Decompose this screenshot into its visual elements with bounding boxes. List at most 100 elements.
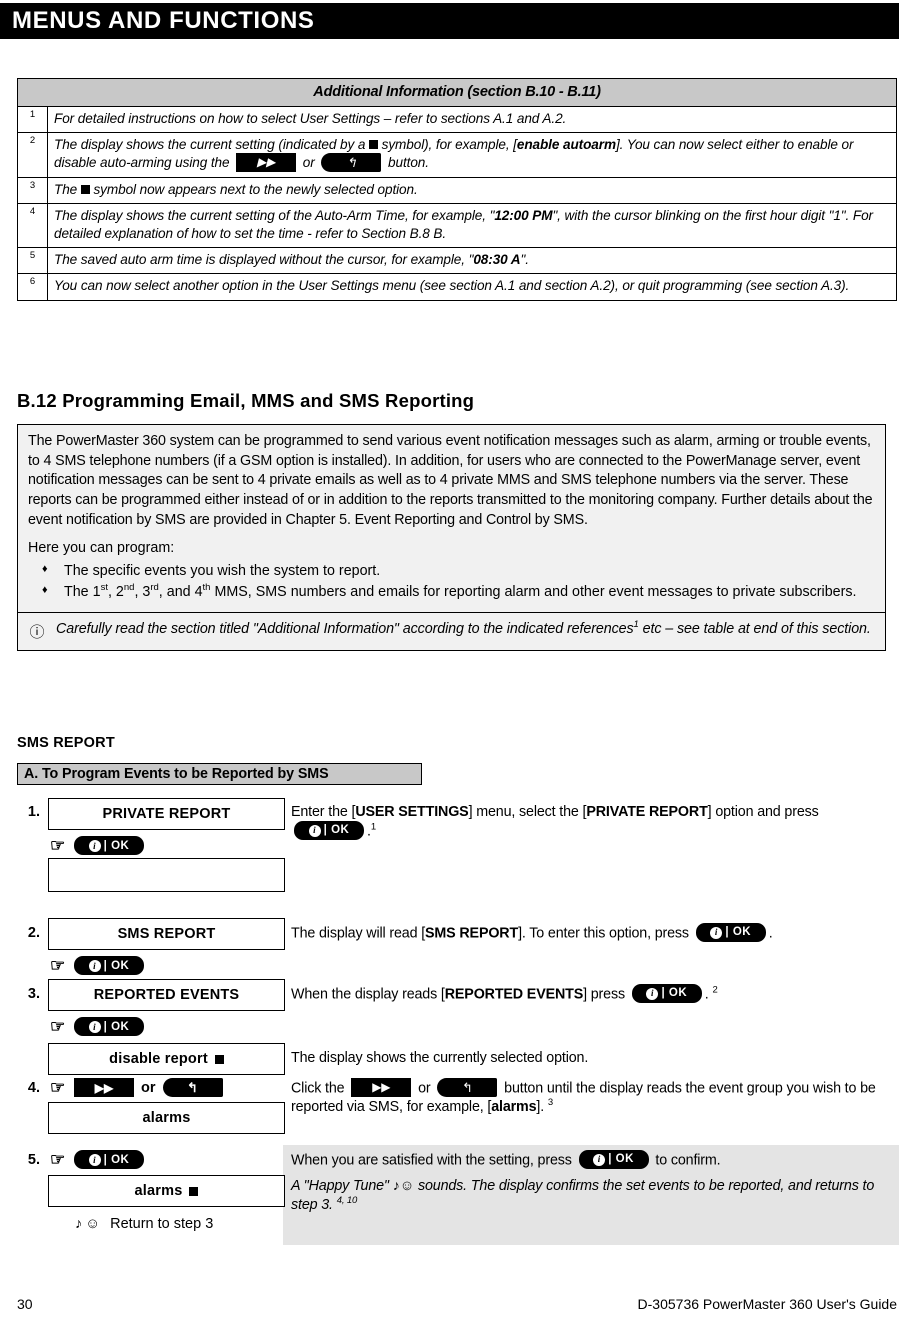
row-text-part: The display shows the current setting of… [54,208,495,224]
bullet-part: , and 4 [158,584,203,601]
section-intro-box: The PowerMaster 360 system can be progra… [17,424,886,651]
lcd-text: alarms [134,1183,183,1199]
lcd-text: PRIVATE REPORT [102,806,231,822]
list-item: ♦ The specific events you wish the syste… [28,562,875,582]
lcd-text: REPORTED EVENTS [93,987,240,1003]
footer-guide-title: D-305736 PowerMaster 360 User's Guide [637,1296,897,1312]
table-header-row: Additional Information (section B.10 - B… [17,78,897,107]
intro-paragraph: The PowerMaster 360 system can be progra… [28,433,873,528]
additional-information-table: Additional Information (section B.10 - B… [17,78,897,301]
ok-label: OK [111,839,130,852]
bullet-part: The 1 [64,584,101,601]
pointing-hand-icon: ☞ [50,1078,66,1097]
lcd-text: SMS REPORT [117,926,216,942]
back-button[interactable]: ↰ [162,1078,223,1097]
row-number: 6 [17,273,48,301]
table-row: 5 The saved auto arm time is displayed w… [17,247,897,275]
lcd-text: alarms [142,1110,191,1126]
narr-bold: USER SETTINGS [355,804,469,820]
row-text: You can now select another option in the… [47,273,897,301]
program-bullet-list: ♦ The specific events you wish the syste… [18,560,885,611]
step-4-narrative: Click the ▶▶ or ↰ button until the displ… [291,1078,895,1117]
list-item: ♦ The 1st, 2nd, 3rd, and 4th MMS, SMS nu… [28,583,875,603]
narr-part: Enter the [ [291,804,356,820]
info-circle-icon: i [88,1153,101,1166]
table-row: 3 The symbol now appears next to the new… [17,177,897,205]
narr-part: ] menu, select the [ [468,804,587,820]
row-text-part: symbol), for example, [ [377,137,517,153]
back-button-inline[interactable]: ↰ [437,1078,498,1097]
ordinal-suffix: nd [123,582,135,594]
table-row: 6 You can now select another option in t… [17,273,897,301]
pointing-hand-icon: ☞ [50,836,66,855]
ok-button-inline[interactable]: i | OK [631,984,702,1003]
row-text-part: The [54,182,81,198]
next-button-inline[interactable]: ▶▶ [351,1078,412,1097]
row-emphasis: 12:00 PM [494,208,553,224]
next-button[interactable]: ▶▶ [74,1078,134,1097]
bullet-part: , 3 [134,584,151,601]
row-text-part: button. [384,155,429,171]
ordinal-suffix: st [100,582,108,594]
lcd-display-disable-report: disable report [48,1043,285,1075]
note-part: etc – see table at end of this section. [638,620,871,637]
lcd-text: disable report [109,1051,208,1067]
step-number-4: 4. [27,1080,40,1096]
key-press-next-or-back-step4[interactable]: ☞ ▶▶ or ↰ [50,1078,223,1097]
narr-part: . [704,986,709,1003]
ok-label: OK [615,1152,634,1165]
ok-button[interactable]: i | OK [74,836,144,855]
lcd-display-sms-report: SMS REPORT [48,918,285,950]
step-5-narrative: When you are satisfied with the setting,… [291,1150,891,1170]
reference-marker: 1 [370,821,376,833]
narr-part: to confirm. [651,1152,721,1169]
key-press-ok-step2[interactable]: ☞ i | OK [50,956,144,975]
ordinal-suffix: rd [150,582,159,594]
pointing-hand-icon: ☞ [50,956,66,975]
row-number: 5 [17,247,48,275]
note-text: Carefully read the section titled "Addit… [50,619,871,640]
ok-button[interactable]: i | OK [74,1017,144,1036]
info-circle-icon: i [710,926,723,939]
ok-button-inline[interactable]: i | OK [294,821,364,840]
narr-part: ] option and press [707,804,819,820]
key-press-ok-step3[interactable]: ☞ i | OK [50,1017,144,1036]
step-1-narrative: Enter the [USER SETTINGS] menu, select t… [291,803,887,841]
ok-label: OK [111,959,130,972]
ok-button-inline[interactable]: i | OK [695,923,766,942]
lcd-display-private-report: PRIVATE REPORT [48,798,285,830]
pointing-hand-icon: ☞ [50,1150,66,1169]
ok-button[interactable]: i | OK [74,1150,144,1169]
bullet-part: , 2 [107,584,124,601]
narr-bold: REPORTED EVENTS [444,986,584,1003]
row-emphasis: 08:30 A [473,252,521,268]
page-banner: MENUS AND FUNCTIONS [0,3,899,39]
lcd-display-blank-step1 [48,858,285,892]
narr-bold: SMS REPORT [425,925,519,942]
reference-marker: 3 [547,1097,554,1109]
step-number-5: 5. [27,1152,40,1168]
row-text-part: ". [520,252,530,268]
key-press-ok-step1[interactable]: ☞ i | OK [50,836,144,855]
narr-part: When you are satisfied with the setting,… [291,1152,576,1169]
narr-bold: alarms [491,1099,537,1116]
sms-report-subheading: A. To Program Events to be Reported by S… [17,763,422,785]
ok-button[interactable]: i | OK [74,956,144,975]
ok-label: OK [331,823,350,836]
info-circle-icon: i [88,839,101,852]
here-you-can-program-label: Here you can program: [28,539,175,556]
back-glyph: ↰ [345,155,357,171]
narr-part: ]. [536,1099,545,1116]
narr-bold: PRIVATE REPORT [586,804,708,820]
smiley-icon: ☺ [399,1178,415,1194]
row-text-part: symbol now appears next to the newly sel… [89,182,418,198]
pointing-hand-icon: ☞ [50,1017,66,1036]
row-number: 1 [17,105,48,134]
next-button-icon: ▶▶ [236,153,297,173]
step-5-confirmation-text: A "Happy Tune" ♪☺ sounds. The display co… [291,1177,886,1215]
key-press-ok-step5[interactable]: ☞ i | OK [50,1150,144,1169]
sms-report-heading: SMS REPORT [17,735,115,751]
info-icon: ⓘ [29,623,45,641]
ok-button-inline[interactable]: i | OK [578,1150,649,1169]
row-number: 4 [17,203,48,249]
